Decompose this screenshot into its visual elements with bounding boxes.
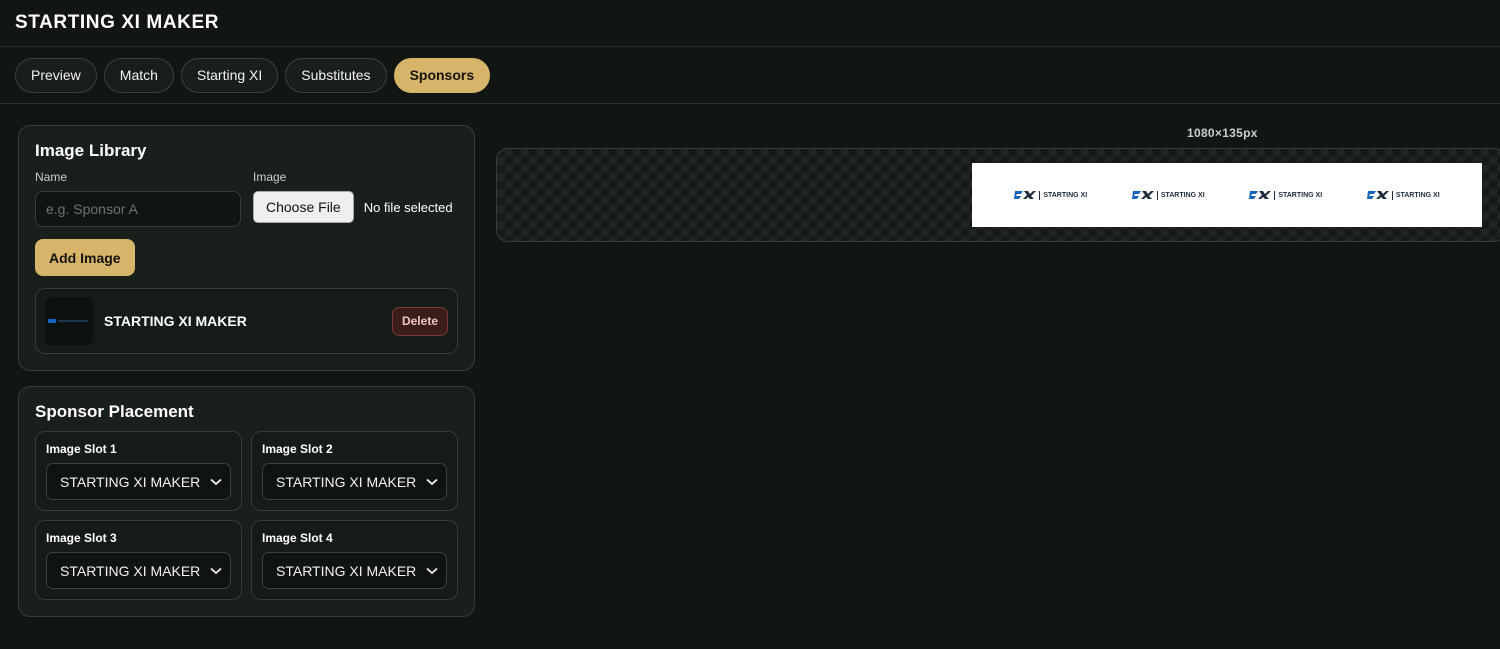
- image-field-group: Image Choose File No file selected: [253, 170, 453, 227]
- slot-grid: Image Slot 1 STARTING XI MAKER Image Slo…: [35, 431, 458, 600]
- slot-2-select[interactable]: STARTING XI MAKER: [262, 463, 447, 500]
- tab-starting-xi[interactable]: Starting XI: [180, 57, 279, 93]
- chevron-down-icon: [210, 567, 222, 574]
- add-image-button[interactable]: Add Image: [35, 239, 135, 276]
- tab-match[interactable]: Match: [103, 57, 174, 93]
- image-form-row: Name Image Choose File No file selected: [35, 170, 458, 227]
- image-library-title: Image Library: [35, 141, 147, 160]
- sponsor-logo-icon: [48, 319, 88, 323]
- slot-select-value: STARTING XI MAKER: [60, 473, 201, 490]
- logo-text: STARTING XI: [1156, 190, 1205, 200]
- sx-logo-icon: [1014, 191, 1037, 199]
- sponsor-logo-2: STARTING XI: [1131, 189, 1205, 201]
- sponsor-placement-card: Sponsor Placement Image Slot 1 STARTING …: [18, 386, 475, 617]
- tab-preview[interactable]: Preview: [15, 57, 97, 93]
- chevron-down-icon: [426, 478, 438, 485]
- sx-logo-icon: [1249, 191, 1272, 199]
- slot-label: Image Slot 1: [46, 442, 117, 456]
- slot-select-value: STARTING XI MAKER: [276, 473, 417, 490]
- tab-substitutes[interactable]: Substitutes: [285, 57, 387, 93]
- logo-text: STARTING XI: [1274, 190, 1322, 200]
- file-picker: Choose File No file selected: [253, 191, 453, 223]
- tab-bar: Preview Match Starting XI Substitutes Sp…: [0, 47, 1500, 104]
- delete-button[interactable]: Delete: [391, 306, 448, 336]
- library-item-name: STARTING XI MAKER: [104, 313, 247, 329]
- name-field-group: Name: [35, 170, 241, 227]
- sponsor-preview: STARTING XI STARTING XI STARTING XI STAR…: [496, 148, 1500, 242]
- slot-label: Image Slot 3: [46, 531, 117, 545]
- sponsor-thumbnail: [45, 297, 93, 345]
- sponsor-logo-1: STARTING XI: [1014, 189, 1087, 201]
- slot-1-select[interactable]: STARTING XI MAKER: [46, 463, 231, 500]
- image-slot-1: Image Slot 1 STARTING XI MAKER: [35, 431, 242, 511]
- slot-3-select[interactable]: STARTING XI MAKER: [46, 552, 231, 589]
- sponsor-strip: STARTING XI STARTING XI STARTING XI STAR…: [972, 163, 1482, 227]
- slot-label: Image Slot 2: [262, 442, 333, 456]
- main-content: Image Library Name Image Choose File No …: [0, 104, 1500, 648]
- logo-text: STARTING XI: [1391, 190, 1440, 200]
- choose-file-button[interactable]: Choose File: [253, 191, 354, 223]
- tab-sponsors[interactable]: Sponsors: [393, 57, 491, 93]
- app-title: STARTING XI MAKER: [15, 12, 220, 33]
- sponsor-logo-4: STARTING XI: [1366, 189, 1440, 201]
- sponsor-name-input[interactable]: [35, 191, 241, 227]
- library-item: STARTING XI MAKER Delete: [35, 288, 458, 354]
- slot-select-value: STARTING XI MAKER: [60, 562, 201, 579]
- sx-logo-icon: [1131, 191, 1154, 199]
- sponsor-placement-title: Sponsor Placement: [35, 402, 194, 421]
- app-header: STARTING XI MAKER: [0, 0, 1500, 47]
- logo-text: STARTING XI: [1039, 190, 1087, 200]
- chevron-down-icon: [210, 478, 222, 485]
- slot-4-select[interactable]: STARTING XI MAKER: [262, 552, 447, 589]
- image-slot-4: Image Slot 4 STARTING XI MAKER: [251, 520, 458, 600]
- chevron-down-icon: [426, 567, 438, 574]
- sponsor-logo-3: STARTING XI: [1249, 189, 1322, 201]
- slot-label: Image Slot 4: [262, 531, 333, 545]
- settings-column: Image Library Name Image Choose File No …: [18, 125, 475, 617]
- image-library-card: Image Library Name Image Choose File No …: [18, 125, 475, 371]
- preview-size-label: 1080×135px: [1187, 126, 1258, 140]
- file-status: No file selected: [363, 199, 453, 215]
- slot-select-value: STARTING XI MAKER: [276, 562, 417, 579]
- sx-logo-icon: [1366, 191, 1389, 199]
- image-slot-3: Image Slot 3 STARTING XI MAKER: [35, 520, 242, 600]
- image-slot-2: Image Slot 2 STARTING XI MAKER: [251, 431, 458, 511]
- name-label: Name: [35, 170, 68, 184]
- image-label: Image: [253, 170, 287, 184]
